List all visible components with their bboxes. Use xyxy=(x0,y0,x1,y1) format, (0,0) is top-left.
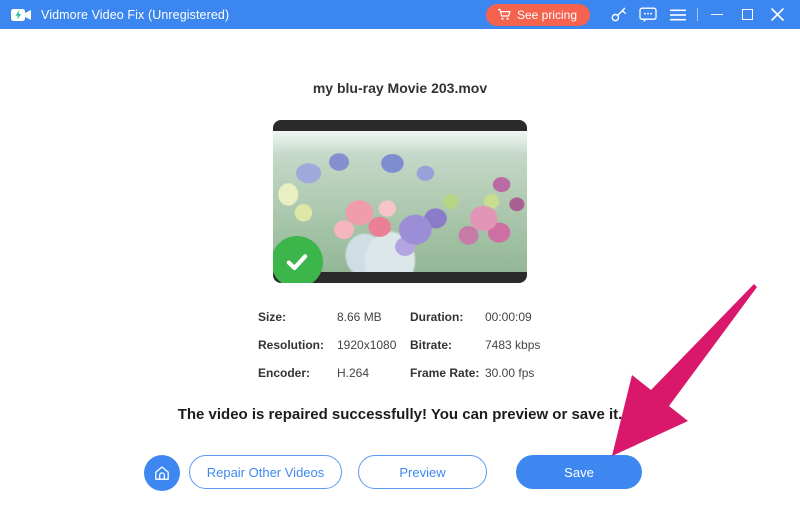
app-logo-camera-icon xyxy=(10,6,32,24)
repair-other-videos-button[interactable]: Repair Other Videos xyxy=(189,455,342,489)
video-info-table: Size: 8.66 MB Duration: 00:00:09 Resolut… xyxy=(258,303,540,387)
register-key-icon[interactable] xyxy=(603,0,633,29)
info-value-size: 8.66 MB xyxy=(337,310,382,324)
cart-icon xyxy=(497,8,511,21)
home-icon xyxy=(153,464,171,482)
see-pricing-label: See pricing xyxy=(516,7,577,22)
close-button[interactable] xyxy=(762,0,792,29)
titlebar-divider xyxy=(697,8,698,21)
minimize-button[interactable] xyxy=(702,0,732,29)
info-label-duration: Duration: xyxy=(410,310,464,324)
info-label-size: Size: xyxy=(258,310,287,324)
video-thumbnail xyxy=(273,120,527,283)
titlebar-icons xyxy=(603,0,792,29)
home-button[interactable] xyxy=(144,455,180,491)
see-pricing-button[interactable]: See pricing xyxy=(485,3,590,26)
video-filename: my blu-ray Movie 203.mov xyxy=(312,80,488,96)
info-value-resolution: 1920x1080 xyxy=(337,338,397,352)
save-button[interactable]: Save xyxy=(516,455,642,489)
info-label-framerate: Frame Rate: xyxy=(410,366,480,380)
info-value-encoder: H.264 xyxy=(337,366,370,380)
preview-button[interactable]: Preview xyxy=(358,455,487,489)
repair-success-check-icon xyxy=(273,236,323,283)
app-title: Vidmore Video Fix (Unregistered) xyxy=(41,7,230,22)
success-message: The video is repaired successfully! You … xyxy=(177,406,623,423)
info-value-framerate: 30.00 fps xyxy=(485,366,535,380)
info-label-bitrate: Bitrate: xyxy=(410,338,453,352)
app-window: Vidmore Video Fix (Unregistered) See pri… xyxy=(0,0,800,514)
feedback-comment-icon[interactable] xyxy=(633,0,663,29)
maximize-button[interactable] xyxy=(732,0,762,29)
info-label-resolution: Resolution: xyxy=(258,338,324,352)
info-value-bitrate: 7483 kbps xyxy=(485,338,541,352)
info-label-encoder: Encoder: xyxy=(258,366,311,380)
titlebar: Vidmore Video Fix (Unregistered) See pri… xyxy=(0,0,800,29)
hamburger-menu-icon[interactable] xyxy=(663,0,693,29)
info-value-duration: 00:00:09 xyxy=(485,310,532,324)
